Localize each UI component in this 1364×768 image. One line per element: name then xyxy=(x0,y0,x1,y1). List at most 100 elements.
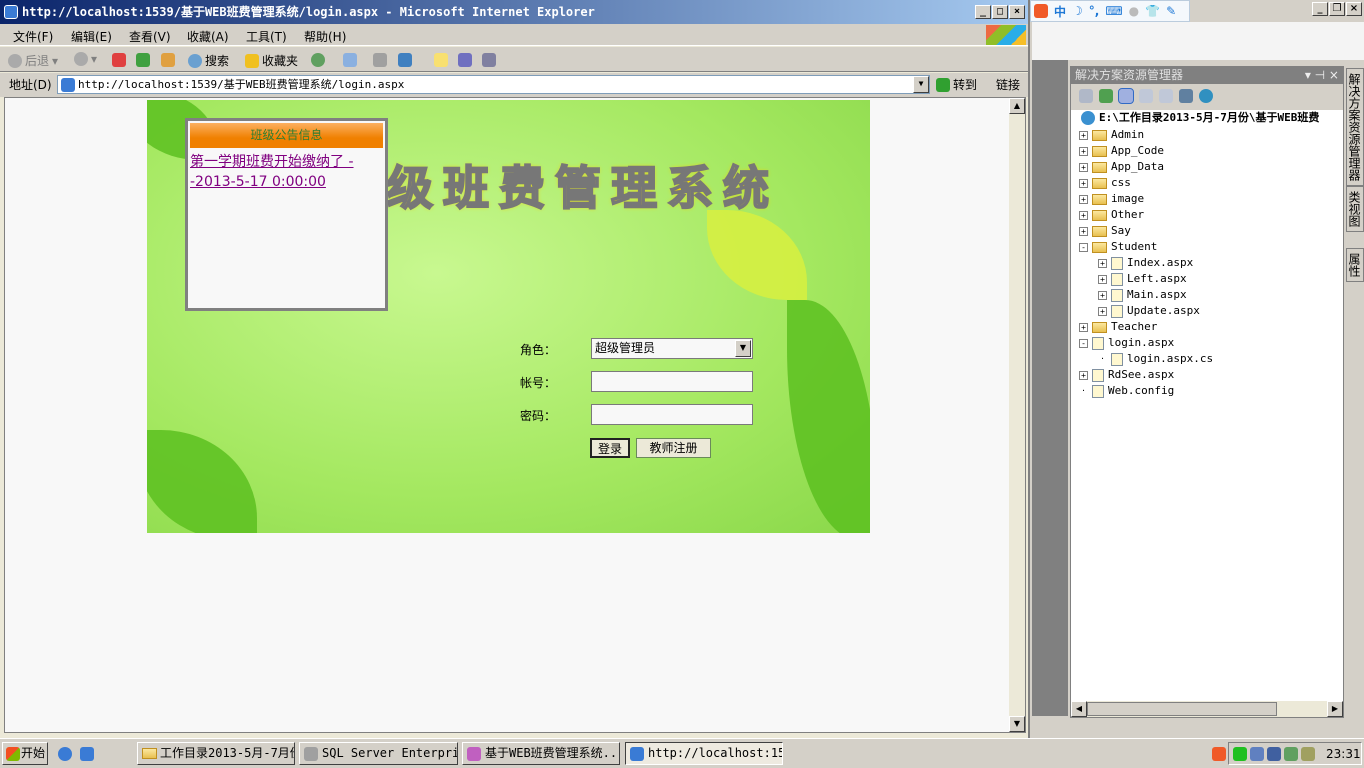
tree-item[interactable]: + Other xyxy=(1079,207,1144,223)
network-icon[interactable] xyxy=(1233,746,1247,761)
menu-help[interactable]: 帮助(H) xyxy=(304,28,346,45)
expand-icon[interactable]: + xyxy=(1098,274,1107,284)
panel-controls[interactable]: ▾ ⊣ × xyxy=(1305,67,1339,84)
view-code-icon[interactable] xyxy=(1139,89,1153,103)
edit-icon[interactable] xyxy=(398,53,412,67)
expand-icon[interactable]: + xyxy=(1098,306,1107,316)
note-icon[interactable] xyxy=(434,53,448,67)
moon-icon[interactable]: ☽ xyxy=(1072,4,1083,18)
messenger-icon[interactable] xyxy=(458,53,472,67)
menu-view[interactable]: 查看(V) xyxy=(129,28,171,45)
links-button[interactable]: 链接 xyxy=(996,76,1020,93)
research-icon[interactable] xyxy=(482,53,496,67)
vs-close-button[interactable]: × xyxy=(1346,2,1362,16)
tab-solution-explorer[interactable]: 解决方案资源管理器 xyxy=(1346,68,1364,186)
refresh-icon[interactable] xyxy=(136,53,150,67)
tree-item[interactable]: + Admin xyxy=(1079,127,1144,143)
account-input[interactable] xyxy=(591,371,753,392)
punctuation-icon[interactable]: °, xyxy=(1089,4,1100,18)
home-icon[interactable] xyxy=(161,53,175,67)
collapse-icon[interactable]: - xyxy=(1079,338,1088,348)
tree-item[interactable]: + Index.aspx xyxy=(1098,255,1193,271)
search-button[interactable]: 搜索 xyxy=(188,52,229,69)
teacher-register-button[interactable]: 教师注册 xyxy=(636,438,711,458)
login-button[interactable]: 登录 xyxy=(590,438,630,458)
vertical-scrollbar[interactable]: ▲ ▼ xyxy=(1009,98,1025,732)
password-input[interactable] xyxy=(591,404,753,425)
scroll-up-button[interactable]: ▲ xyxy=(1009,98,1025,114)
task-visual-studio[interactable]: 基于WEB班费管理系统... xyxy=(462,742,620,765)
skin-icon[interactable]: 👕 xyxy=(1145,4,1160,18)
ie-quicklaunch-icon[interactable] xyxy=(58,747,72,761)
vs-minimize-button[interactable]: _ xyxy=(1312,2,1328,16)
close-button[interactable]: × xyxy=(1009,5,1025,19)
refresh-icon[interactable] xyxy=(1099,89,1113,103)
minimize-button[interactable]: _ xyxy=(975,5,991,19)
tree-item[interactable]: + App_Code xyxy=(1079,143,1164,159)
menu-tools[interactable]: 工具(T) xyxy=(246,28,287,45)
role-select[interactable]: 超级管理员 ▼ xyxy=(591,338,753,359)
back-button[interactable]: 后退 ▾ xyxy=(8,52,58,69)
chevron-down-icon[interactable]: ▼ xyxy=(735,340,751,357)
menu-favorites[interactable]: 收藏(A) xyxy=(187,28,229,45)
ime-mode[interactable]: 中 xyxy=(1054,3,1066,20)
menu-file[interactable]: 文件(F) xyxy=(13,28,53,45)
expand-icon[interactable]: + xyxy=(1079,210,1088,220)
user-icon[interactable]: ● xyxy=(1129,4,1139,18)
expand-icon[interactable]: + xyxy=(1079,146,1088,156)
collapse-icon[interactable]: - xyxy=(1079,242,1088,252)
favorites-button[interactable]: 收藏夹 xyxy=(245,52,298,69)
tree-item[interactable]: + Update.aspx xyxy=(1098,303,1200,319)
tray-app-icon[interactable] xyxy=(1267,746,1281,761)
maximize-button[interactable]: □ xyxy=(992,5,1008,19)
expand-icon[interactable]: + xyxy=(1098,258,1107,268)
forward-button[interactable]: ▾ xyxy=(74,52,97,66)
mail-icon[interactable] xyxy=(343,53,357,67)
tree-item[interactable]: · login.aspx.cs xyxy=(1098,351,1213,367)
nest-related-icon[interactable] xyxy=(1179,89,1193,103)
tree-root[interactable]: E:\工作目录2013-5月-7月份\基于WEB班费 xyxy=(1081,110,1319,126)
properties-icon[interactable] xyxy=(1079,89,1093,103)
tree-item[interactable]: + Teacher xyxy=(1079,319,1157,335)
tree-item[interactable]: - Student xyxy=(1079,239,1157,255)
menu-edit[interactable]: 编辑(E) xyxy=(71,28,112,45)
expand-icon[interactable]: + xyxy=(1098,290,1107,300)
task-ie[interactable]: http://localhost:15... xyxy=(625,742,783,765)
tree-item[interactable]: + RdSee.aspx xyxy=(1079,367,1174,383)
tree-item[interactable]: + css xyxy=(1079,175,1131,191)
expand-icon[interactable]: + xyxy=(1079,194,1088,204)
tree-item[interactable]: - login.aspx xyxy=(1079,335,1174,351)
tree-item[interactable]: + Left.aspx xyxy=(1098,271,1187,287)
wrench-icon[interactable]: ✎ xyxy=(1166,4,1176,18)
scroll-right-button[interactable]: ▶ xyxy=(1327,701,1343,717)
history-icon[interactable] xyxy=(311,53,325,67)
vs-restore-button[interactable]: ❐ xyxy=(1329,2,1345,16)
task-sql-server[interactable]: SQL Server Enterpri... xyxy=(299,742,458,765)
scroll-down-button[interactable]: ▼ xyxy=(1009,716,1025,732)
view-designer-icon[interactable] xyxy=(1159,89,1173,103)
start-button[interactable]: 开始 xyxy=(2,742,48,765)
expand-icon[interactable]: + xyxy=(1079,162,1088,172)
keyboard-icon[interactable]: ⌨ xyxy=(1105,4,1122,18)
scroll-thumb[interactable] xyxy=(1087,702,1277,716)
tab-class-view[interactable]: 类视图 xyxy=(1346,186,1364,232)
expand-icon[interactable]: + xyxy=(1079,130,1088,140)
tab-properties[interactable]: 属性 xyxy=(1346,248,1364,282)
horizontal-scrollbar[interactable]: ◀ ▶ xyxy=(1071,701,1343,717)
volume-icon[interactable] xyxy=(1301,746,1315,761)
notice-link[interactable]: 第一学期班费开始缴纳了 --2013-5-17 0:00:00 xyxy=(190,152,383,192)
expand-icon[interactable]: + xyxy=(1079,370,1088,380)
desktop-quicklaunch-icon[interactable] xyxy=(80,747,94,761)
print-icon[interactable] xyxy=(373,53,387,67)
go-button[interactable]: 转到 xyxy=(936,76,977,93)
task-explorer[interactable]: 工作目录2013-5月-7月份 xyxy=(137,742,295,765)
tree-item[interactable]: + Main.aspx xyxy=(1098,287,1187,303)
address-dropdown[interactable]: ▼ xyxy=(913,76,929,93)
expand-icon[interactable]: + xyxy=(1079,226,1088,236)
tray-app-icon[interactable] xyxy=(1284,746,1298,761)
scroll-left-button[interactable]: ◀ xyxy=(1071,701,1087,717)
expand-icon[interactable]: + xyxy=(1079,178,1088,188)
address-input[interactable]: http://localhost:1539/基于WEB班费管理系统/login.… xyxy=(57,75,930,94)
tree-item[interactable]: · Web.config xyxy=(1079,383,1174,399)
tree-item[interactable]: + Say xyxy=(1079,223,1131,239)
